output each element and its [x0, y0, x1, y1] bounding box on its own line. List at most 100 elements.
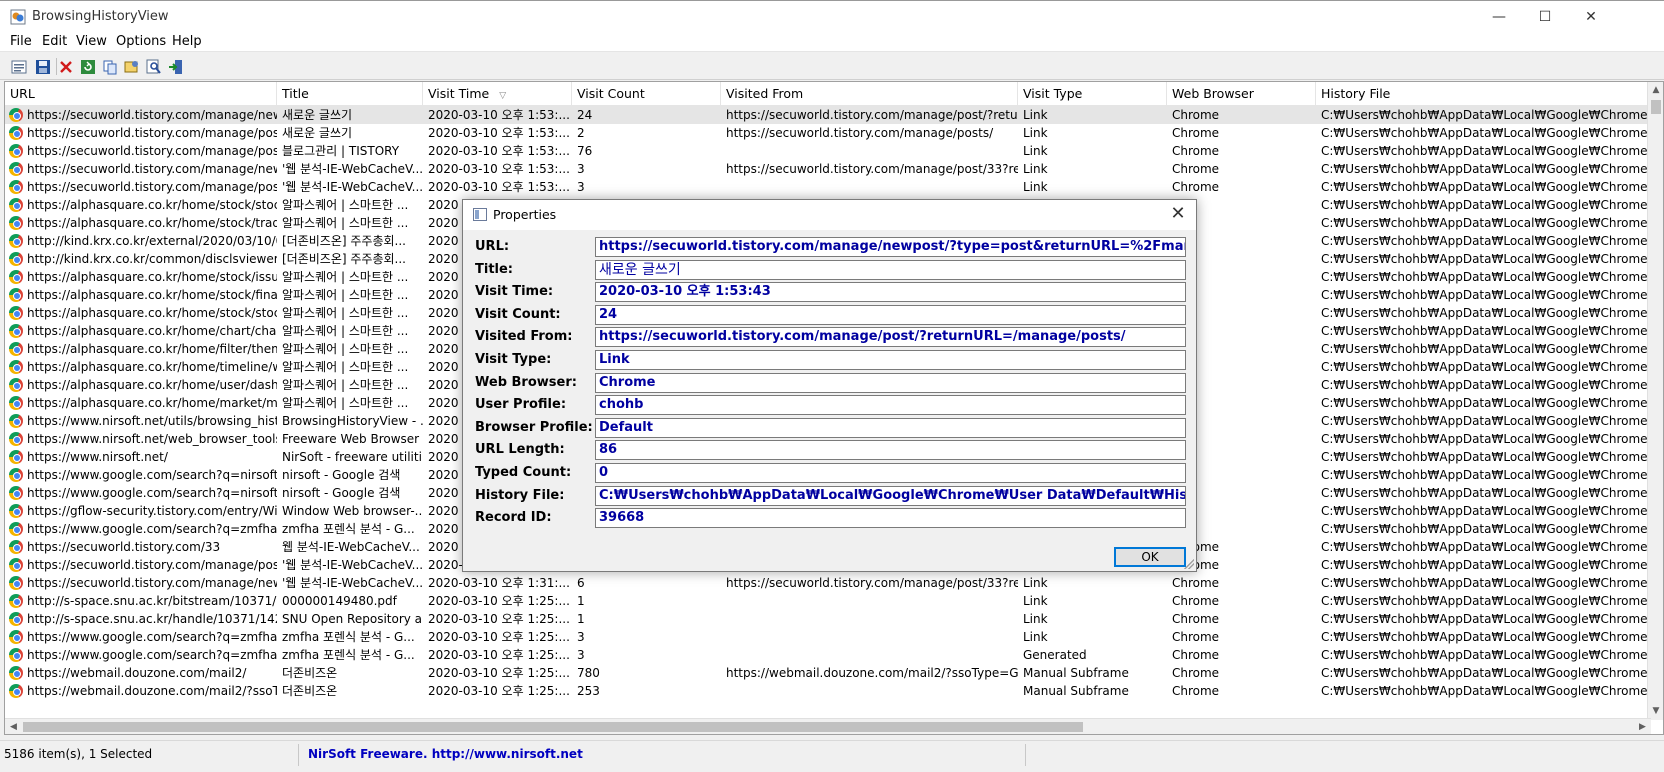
maximize-button[interactable]: ☐ [1522, 1, 1568, 33]
cell-history-file: C:₩Users₩chohb₩AppData₩Local₩Google₩Chro… [1316, 286, 1651, 304]
cell-text: 2020-03-10 오후 1:53:... [428, 180, 570, 194]
horizontal-scrollbar[interactable]: ◀ ▶ [5, 718, 1651, 734]
cell-visited-from: https://webmail.douzone.com/mail2/?ssoTy… [721, 664, 1018, 682]
property-value-field[interactable]: https://secuworld.tistory.com/manage/pos… [595, 327, 1186, 348]
chrome-icon [9, 450, 23, 464]
find-button[interactable] [143, 56, 165, 77]
table-row[interactable]: https://www.google.com/search?q=zmfha+..… [5, 628, 1651, 646]
menu-help[interactable]: Help [172, 34, 202, 49]
menu-view[interactable]: View [76, 34, 107, 49]
cell-visited-from [721, 628, 1018, 646]
cell-visit-type: Link [1018, 628, 1167, 646]
scroll-right-icon[interactable]: ▶ [1634, 719, 1651, 734]
property-value-field[interactable]: https://secuworld.tistory.com/manage/new… [595, 237, 1186, 257]
column-visited-from[interactable]: Visited From [721, 82, 1018, 106]
column-url[interactable]: URL [5, 82, 277, 106]
property-value-field[interactable]: 0 [595, 463, 1186, 483]
property-value-field[interactable]: C:₩Users₩chohb₩AppData₩Local₩Google₩Chro… [595, 485, 1186, 506]
cell-url: http://s-space.snu.ac.kr/bitstream/10371… [5, 592, 277, 610]
menu-options[interactable]: Options [116, 34, 166, 49]
cell-visit-type: Link [1018, 610, 1167, 628]
chrome-icon [9, 486, 23, 500]
cell-text: http://kind.krx.co.kr/common/disclsviewe… [27, 252, 277, 266]
advanced-options-button[interactable] [121, 56, 143, 77]
cell-text: 3 [577, 648, 585, 662]
property-value-field[interactable]: 24 [595, 304, 1186, 325]
cell-text: C:₩Users₩chohb₩AppData₩Local₩Google₩Chro… [1321, 252, 1651, 266]
vertical-scrollbar[interactable]: ▲ ▼ [1647, 82, 1663, 720]
properties-window-icon [473, 208, 487, 221]
scroll-left-icon[interactable]: ◀ [5, 719, 22, 734]
cell-title: [더존비즈온] 주주총회... [277, 232, 423, 250]
cell-visit-count: 76 [572, 142, 721, 160]
table-row[interactable]: https://secuworld.tistory.com/manage/new… [5, 106, 1651, 124]
cell-visit-type: Link [1018, 178, 1167, 196]
cell-text: 알파스퀘어 | 스마트한 ... [282, 342, 409, 356]
scroll-up-icon[interactable]: ▲ [1648, 82, 1663, 99]
property-value-field[interactable]: 39668 [595, 508, 1186, 529]
cell-title: NirSoft - freeware utiliti... [277, 448, 423, 466]
cell-text: 2020 [428, 468, 459, 482]
column-title[interactable]: Title [277, 82, 423, 106]
column-web-browser[interactable]: Web Browser [1167, 82, 1316, 106]
horizontal-scroll-thumb[interactable] [23, 722, 1083, 732]
minimize-button[interactable]: — [1476, 1, 1522, 33]
property-value-field[interactable]: 새로운 글쓰기 [595, 259, 1186, 280]
exit-button[interactable] [165, 56, 187, 77]
table-row[interactable]: http://s-space.snu.ac.kr/bitstream/10371… [5, 592, 1651, 610]
properties-button[interactable] [8, 56, 30, 77]
cell-text: Link [1023, 180, 1048, 194]
table-row[interactable]: http://s-space.snu.ac.kr/handle/10371/14… [5, 610, 1651, 628]
table-row[interactable]: https://secuworld.tistory.com/manage/new… [5, 160, 1651, 178]
table-row[interactable]: https://webmail.douzone.com/mail2/?ssoTy… [5, 682, 1651, 700]
property-value-field[interactable]: 86 [595, 440, 1186, 461]
cell-text: https://alphasquare.co.kr/home/market/ma… [27, 396, 277, 410]
exit-icon [169, 59, 182, 74]
column-visit-time[interactable]: Visit Time ▽ [423, 82, 572, 106]
chrome-icon [9, 396, 23, 410]
column-history-file[interactable]: History File [1316, 82, 1651, 106]
resize-grip-icon[interactable] [1184, 559, 1194, 569]
cell-text: 2020 [428, 432, 459, 446]
dialog-close-button[interactable]: ✕ [1160, 200, 1196, 230]
column-visit-count[interactable]: Visit Count [572, 82, 721, 106]
cell-text: Chrome [1172, 684, 1220, 698]
cell-text: http://s-space.snu.ac.kr/bitstream/10371… [27, 594, 277, 608]
property-value-field[interactable]: 2020-03-10 오후 1:53:43 [595, 282, 1186, 303]
save-button[interactable] [32, 56, 54, 77]
copy-button[interactable] [99, 56, 121, 77]
property-value-field[interactable]: Chrome [595, 372, 1186, 393]
chrome-icon [9, 198, 23, 212]
cell-text: 2020-03-10 오후 1:53:... [428, 162, 570, 176]
window-title: BrowsingHistoryView [32, 9, 169, 24]
menu-file[interactable]: File [10, 34, 32, 49]
delete-button[interactable] [55, 56, 77, 77]
cell-text: https://secuworld.tistory.com/manage/pos… [27, 144, 277, 158]
cell-url: https://alphasquare.co.kr/home/user/dash… [5, 376, 277, 394]
cell-visit-count: 6 [572, 574, 721, 592]
ok-button[interactable]: OK [1114, 547, 1186, 567]
cell-text: C:₩Users₩chohb₩AppData₩Local₩Google₩Chro… [1321, 306, 1651, 320]
property-value-field[interactable]: Default [595, 417, 1186, 438]
table-row[interactable]: https://secuworld.tistory.com/manage/new… [5, 574, 1651, 592]
cell-url: https://alphasquare.co.kr/home/stock/tra… [5, 214, 277, 232]
cell-text: Freeware Web Browser ... [282, 432, 423, 446]
cell-url: https://alphasquare.co.kr/home/stock/sto… [5, 304, 277, 322]
table-row[interactable]: https://www.google.com/search?q=zmfha+..… [5, 646, 1651, 664]
close-button[interactable]: ✕ [1568, 1, 1614, 33]
nirsoft-link[interactable]: NirSoft Freeware. http://www.nirsoft.net [308, 747, 583, 761]
table-row[interactable]: https://webmail.douzone.com/mail2/더존비즈온 2… [5, 664, 1651, 682]
property-value-field[interactable]: chohb [595, 395, 1186, 416]
table-row[interactable]: https://secuworld.tistory.com/manage/pos… [5, 142, 1651, 160]
chrome-icon [9, 684, 23, 698]
refresh-button[interactable] [77, 56, 99, 77]
menu-edit[interactable]: Edit [42, 34, 67, 49]
table-row[interactable]: https://secuworld.tistory.com/manage/pos… [5, 178, 1651, 196]
cell-title: '웹 분석-IE-WebCacheV... [277, 574, 423, 592]
vertical-scroll-thumb[interactable] [1651, 100, 1661, 114]
cell-text: C:₩Users₩chohb₩AppData₩Local₩Google₩Chro… [1321, 126, 1651, 140]
cell-title: zmfha 포렌식 분석 - G... [277, 520, 423, 538]
column-visit-type[interactable]: Visit Type [1018, 82, 1167, 106]
property-value-field[interactable]: Link [595, 350, 1186, 370]
table-row[interactable]: https://secuworld.tistory.com/manage/pos… [5, 124, 1651, 142]
